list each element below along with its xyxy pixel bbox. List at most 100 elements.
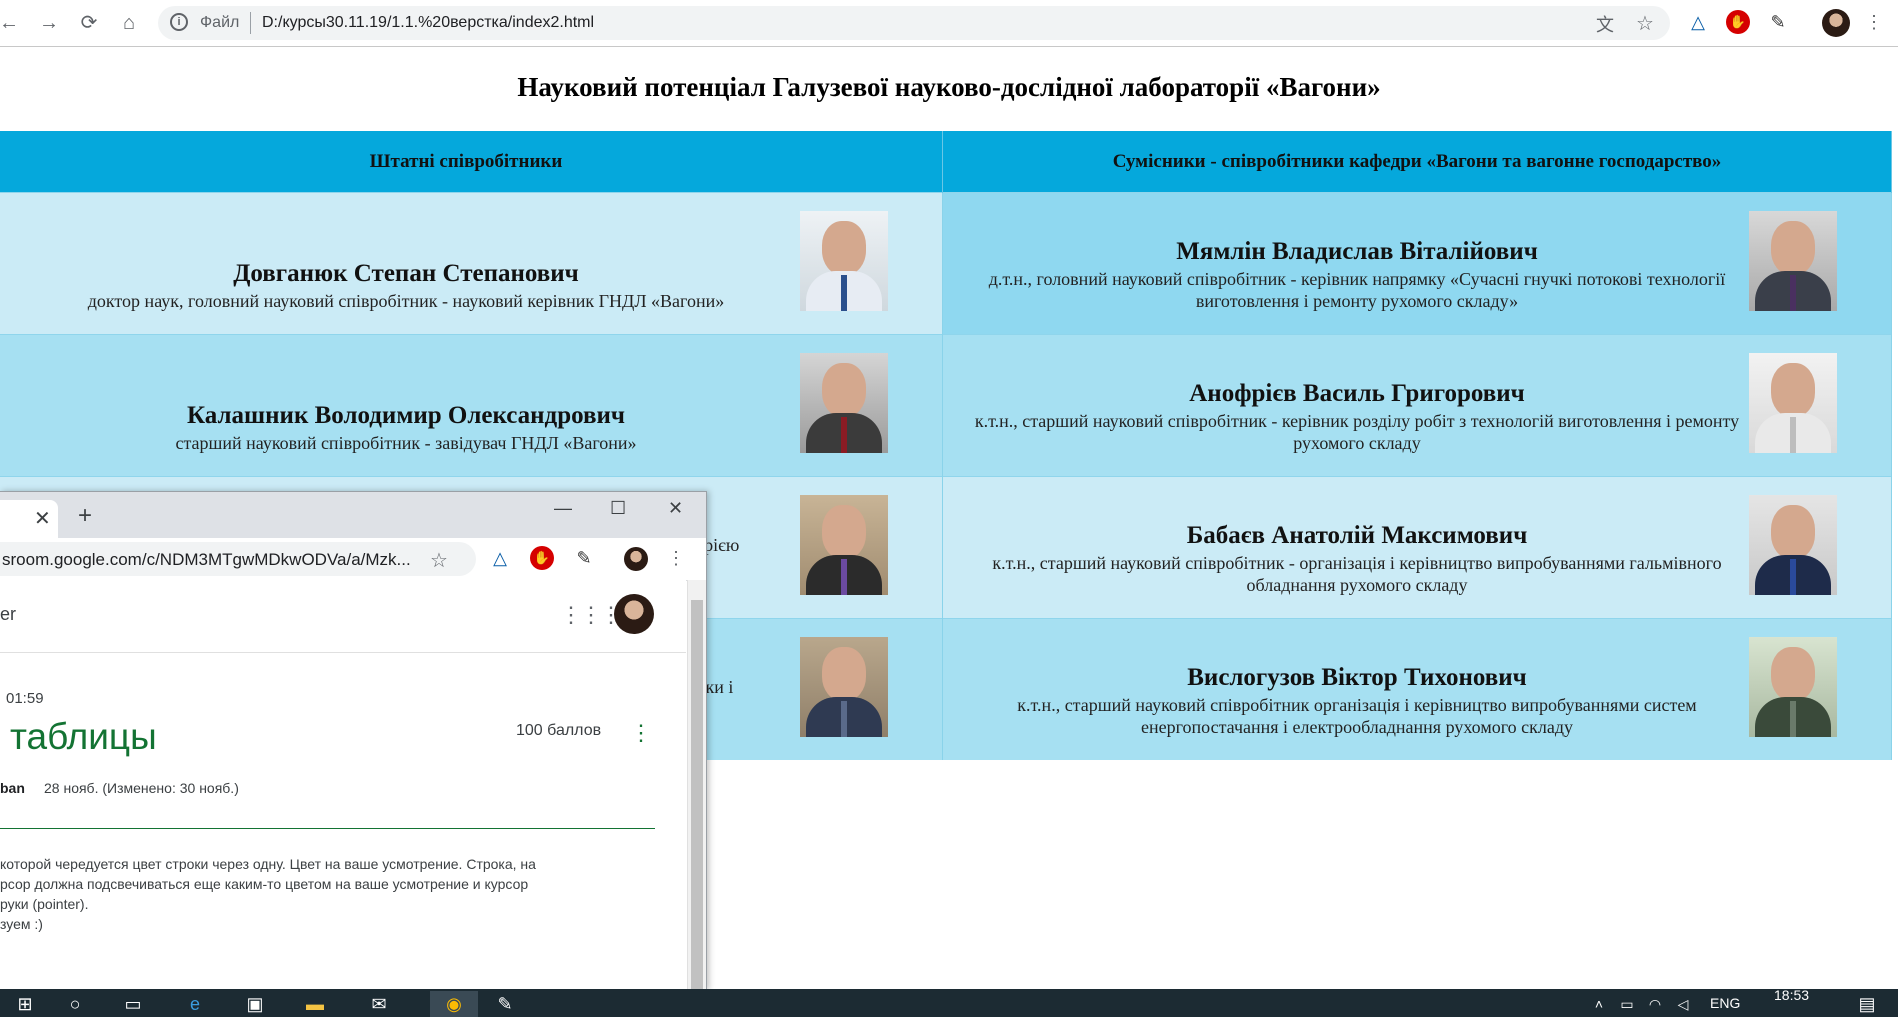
assignment-title: таблицы xyxy=(10,716,157,757)
close-window-icon[interactable]: ✕ xyxy=(668,498,683,519)
assignment-body-line: зуем :) xyxy=(0,916,43,932)
person-name: Анофрієв Василь Григорович xyxy=(1189,380,1525,407)
due-time: 01:59 xyxy=(6,690,44,707)
popup-address-bar[interactable]: sroom.google.com/c/NDM3MTgwMDkwODVa/a/Mz… xyxy=(0,542,476,576)
extension-triangle-icon[interactable]: △ xyxy=(1686,10,1710,34)
eyedropper-icon[interactable]: ✎ xyxy=(1766,10,1790,34)
person-name: Довганюк Степан Степанович xyxy=(233,260,579,287)
task-view-icon[interactable]: ▭ xyxy=(118,991,148,1017)
assignment-body-line: руки (pointer). xyxy=(0,896,89,912)
back-button[interactable]: ← xyxy=(0,10,22,36)
person-description: к.т.н., старший науковий співробітник ор… xyxy=(1017,695,1697,737)
person-description: старший науковий співробітник - завідува… xyxy=(175,433,637,453)
classroom-window[interactable]: ✕ + — ☐ ✕ sroom.google.com/c/NDM3MTgwMDk… xyxy=(0,491,707,990)
person-description: доктор наук, головний науковий співробіт… xyxy=(87,291,725,311)
person-description: к.т.н., старший науковий співробітник - … xyxy=(992,553,1722,595)
url-text[interactable]: D:/курсы30.11.19/1.1.%20верстка/index2.h… xyxy=(262,14,594,32)
person-cell: Бабаєв Анатолій Максимович к.т.н., старши… xyxy=(942,476,1892,619)
person-name: Вислогузов Віктор Тихонович xyxy=(1187,664,1527,691)
battery-icon[interactable]: ▭ xyxy=(1612,991,1642,1017)
person-cell: Довганюк Степан Степанович доктор наук, г… xyxy=(0,192,943,335)
bookmark-star-icon[interactable]: ☆ xyxy=(1636,11,1654,36)
more-options-icon[interactable]: ⋮ xyxy=(630,720,652,746)
account-avatar[interactable] xyxy=(614,594,654,634)
assignment-body: которой чередуется цвет строки через одн… xyxy=(0,854,536,934)
start-icon[interactable]: ⊞ xyxy=(10,991,40,1017)
table-row[interactable]: Калашник Володимир Олександрович старший … xyxy=(0,334,1892,477)
wifi-icon[interactable]: ◠ xyxy=(1640,991,1670,1017)
volume-icon[interactable]: ◁ xyxy=(1668,991,1698,1017)
assignment-body-line: рсор должна подсвечиваться еще каким-то … xyxy=(0,876,529,892)
address-bar[interactable]: i Файл D:/курсы30.11.19/1.1.%20верстка/i… xyxy=(158,6,1670,40)
chrome-icon[interactable]: ◉ xyxy=(430,991,478,1017)
info-icon[interactable]: i xyxy=(170,13,188,31)
popup-scrollbar[interactable] xyxy=(687,580,706,990)
clock[interactable]: 18:53 xyxy=(1774,987,1809,1003)
person-photo xyxy=(1749,211,1837,311)
divider xyxy=(0,652,686,653)
menu-icon[interactable]: ⋮ xyxy=(1862,10,1886,34)
edge-icon[interactable]: e xyxy=(180,991,210,1017)
translate-icon[interactable]: 文 xyxy=(1596,11,1614,37)
column-header-staff: Штатні співробітники xyxy=(0,131,943,193)
page-title: Науковий потенціал Галузевої науково-дос… xyxy=(517,72,1381,102)
popup-toolbar: sroom.google.com/c/NDM3MTgwMDkwODVa/a/Mz… xyxy=(0,538,706,581)
table-row[interactable]: Довганюк Степан Степанович доктор наук, г… xyxy=(0,192,1892,335)
home-button[interactable]: ⌂ xyxy=(116,10,142,36)
eyedropper-icon[interactable]: ✎ xyxy=(572,546,596,570)
reload-button[interactable]: ⟳ xyxy=(76,10,102,36)
popup-tab[interactable]: ✕ xyxy=(0,500,58,538)
points-label: 100 баллов xyxy=(516,722,602,739)
store-icon[interactable]: ▣ xyxy=(240,991,270,1017)
person-cell: Анофрієв Василь Григорович к.т.н., старши… xyxy=(942,334,1892,477)
omnibox-separator xyxy=(250,12,251,34)
tray-chevron-icon[interactable]: ˄ xyxy=(1584,991,1614,1017)
profile-avatar[interactable] xyxy=(624,547,648,571)
file-label: Файл xyxy=(200,14,240,31)
forward-button[interactable]: → xyxy=(36,10,62,36)
close-tab-icon[interactable]: ✕ xyxy=(34,506,51,531)
person-photo xyxy=(800,637,888,737)
maximize-icon[interactable]: ☐ xyxy=(610,498,626,519)
person-photo xyxy=(1749,495,1837,595)
search-icon[interactable]: ○ xyxy=(60,991,90,1017)
extension-triangle-icon[interactable]: △ xyxy=(488,546,512,570)
minimize-icon[interactable]: — xyxy=(554,498,572,519)
popup-url-text[interactable]: sroom.google.com/c/NDM3MTgwMDkwODVa/a/Mz… xyxy=(2,550,411,570)
person-cell: Калашник Володимир Олександрович старший … xyxy=(0,334,943,477)
column-header-part-time: Сумісники - співробітники кафедри «Вагон… xyxy=(942,131,1892,193)
person-description: к.т.н., старший науковий співробітник - … xyxy=(974,411,1740,453)
classroom-content: er ⋮⋮⋮ 01:59 таблицы 100 баллов ⋮ ban 28… xyxy=(0,580,686,990)
person-photo xyxy=(800,495,888,595)
assignment-body-line: которой чередуется цвет строки через одн… xyxy=(0,856,536,872)
person-photo xyxy=(1749,353,1837,453)
mail-icon[interactable]: ✉ xyxy=(364,991,394,1017)
menu-icon[interactable]: ⋮ xyxy=(664,546,688,570)
notepad-icon[interactable]: ✎ xyxy=(490,991,520,1017)
person-cell: Вислогузов Віктор Тихонович к.т.н., старш… xyxy=(942,618,1892,760)
bookmark-star-icon[interactable]: ☆ xyxy=(430,548,448,573)
scrollbar-thumb[interactable] xyxy=(691,600,703,990)
new-tab-button[interactable]: + xyxy=(78,502,92,530)
author-name: ban xyxy=(0,780,25,796)
person-description: д.т.н., головний науковий співробітник -… xyxy=(988,269,1726,311)
person-name: Бабаєв Анатолій Максимович xyxy=(1186,522,1528,549)
apps-grid-icon[interactable]: ⋮⋮⋮ xyxy=(560,602,622,628)
post-date: 28 нояб. (Изменено: 30 нояб.) xyxy=(44,780,239,796)
adblock-icon[interactable]: ✋ xyxy=(530,546,554,570)
person-name: Мямлін Владислав Віталійович xyxy=(1176,238,1538,265)
notifications-icon[interactable]: ▤ xyxy=(1852,991,1882,1017)
browser-toolbar: ← → ⟳ ⌂ i Файл D:/курсы30.11.19/1.1.%20в… xyxy=(0,0,1898,47)
person-cell: Мямлін Владислав Віталійович д.т.н., голо… xyxy=(942,192,1892,335)
person-photo xyxy=(1749,637,1837,737)
person-name: Калашник Володимир Олександрович xyxy=(187,402,625,429)
language-indicator[interactable]: ENG xyxy=(1710,995,1740,1011)
profile-avatar[interactable] xyxy=(1822,9,1850,37)
adblock-icon[interactable]: ✋ xyxy=(1726,10,1750,34)
file-explorer-icon[interactable]: ▬ xyxy=(300,991,330,1017)
title-underline xyxy=(0,828,655,829)
person-photo xyxy=(800,211,888,311)
popup-tab-bar: ✕ + — ☐ ✕ xyxy=(0,492,706,538)
windows-taskbar: ⊞ ○ ▭ e ▣ ▬ ✉ ◉ ✎ ˄ ▭ ◠ ◁ ENG 18:53 ▤ xyxy=(0,987,1898,1017)
person-photo xyxy=(800,353,888,453)
